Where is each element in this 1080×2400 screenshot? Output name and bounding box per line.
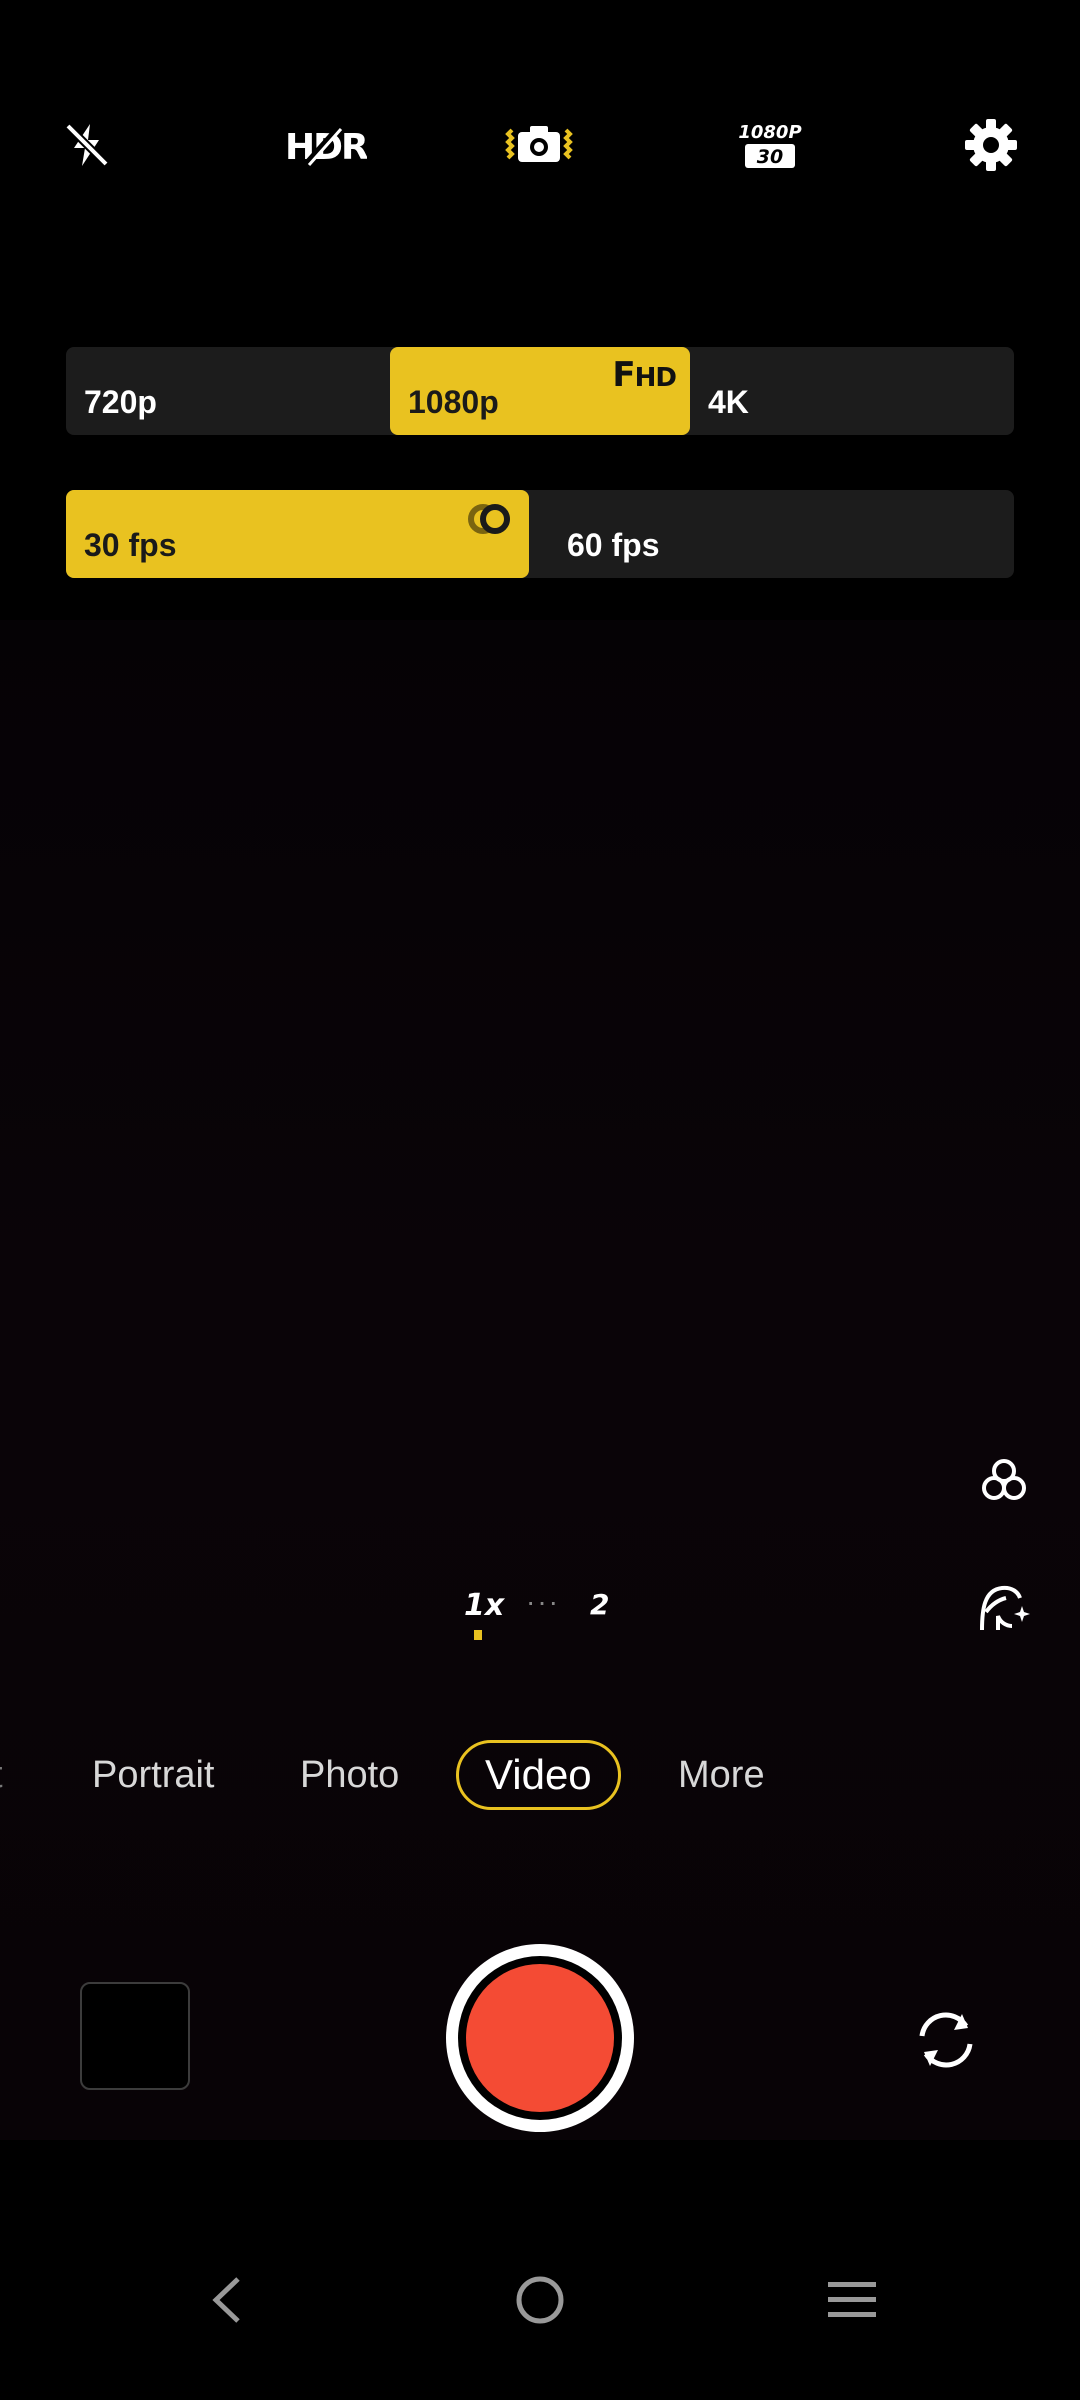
zoom-1x-button[interactable]: 1x <box>464 1588 504 1623</box>
switch-camera-icon[interactable] <box>906 2000 986 2080</box>
camera-screen: HDR 1080P 30 <box>0 0 1080 2400</box>
resolution-1080p-option[interactable]: 1080p FHD <box>390 347 690 435</box>
recent-apps-icon[interactable] <box>812 2260 892 2340</box>
fps-60-label: 60 fps <box>567 527 660 563</box>
mode-more[interactable]: More <box>678 1740 765 1810</box>
record-button[interactable] <box>446 1944 634 2132</box>
viewfinder[interactable] <box>0 620 1080 2140</box>
record-button-core <box>466 1964 614 2112</box>
zoom-control: 1x ··· 2 <box>440 1580 640 1640</box>
resolution-4k-option[interactable]: 4K <box>690 347 1014 435</box>
svg-text:30: 30 <box>757 146 783 168</box>
resolution-4k-label: 4K <box>708 384 749 420</box>
beauty-face-icon[interactable] <box>968 1572 1040 1644</box>
fhd-badge: FHD <box>612 355 677 395</box>
resolution-720p-label: 720p <box>84 384 157 420</box>
back-icon[interactable] <box>188 2260 268 2340</box>
resolution-selector: 720p 1080p FHD 4K <box>66 347 1014 435</box>
zoom-2x-button[interactable]: 2 <box>590 1588 609 1621</box>
gallery-thumbnail[interactable] <box>80 1982 190 2090</box>
mode-photo[interactable]: Photo <box>300 1740 399 1810</box>
svg-text:1080P: 1080P <box>738 122 801 143</box>
mode-portrait[interactable]: Portrait <box>92 1740 214 1810</box>
fps-30-option[interactable]: 30 fps <box>66 490 529 578</box>
video-spec-button[interactable]: 1080P 30 <box>720 100 820 190</box>
navigation-bar <box>0 2190 1080 2400</box>
fps-selector: 30 fps 60 fps <box>66 490 1014 578</box>
zoom-dots: ··· <box>526 1586 560 1617</box>
mode-selector: t Portrait Photo Video More <box>0 1740 1080 1820</box>
mode-previous-partial[interactable]: t <box>0 1740 3 1810</box>
mode-video[interactable]: Video <box>456 1740 621 1810</box>
top-toolbar: HDR 1080P 30 <box>0 100 1080 190</box>
gear-icon[interactable] <box>946 100 1036 190</box>
hdr-off-icon: HDR <box>285 125 367 167</box>
hdr-off-button[interactable]: HDR <box>270 100 380 190</box>
fps-30-label: 30 fps <box>84 527 177 563</box>
resolution-720p-option[interactable]: 720p <box>66 347 390 435</box>
video-spec-icon: 1080P 30 <box>738 122 802 168</box>
resolution-1080p-label: 1080p <box>408 384 499 420</box>
filter-circles-icon[interactable] <box>968 1444 1040 1516</box>
camera-stabilize-icon[interactable] <box>494 100 584 190</box>
home-icon[interactable] <box>500 2260 580 2340</box>
frame-rate-icon <box>463 500 515 543</box>
zoom-indicator <box>474 1630 482 1640</box>
flash-off-icon[interactable] <box>42 100 132 190</box>
fps-60-option[interactable]: 60 fps <box>549 490 1014 578</box>
